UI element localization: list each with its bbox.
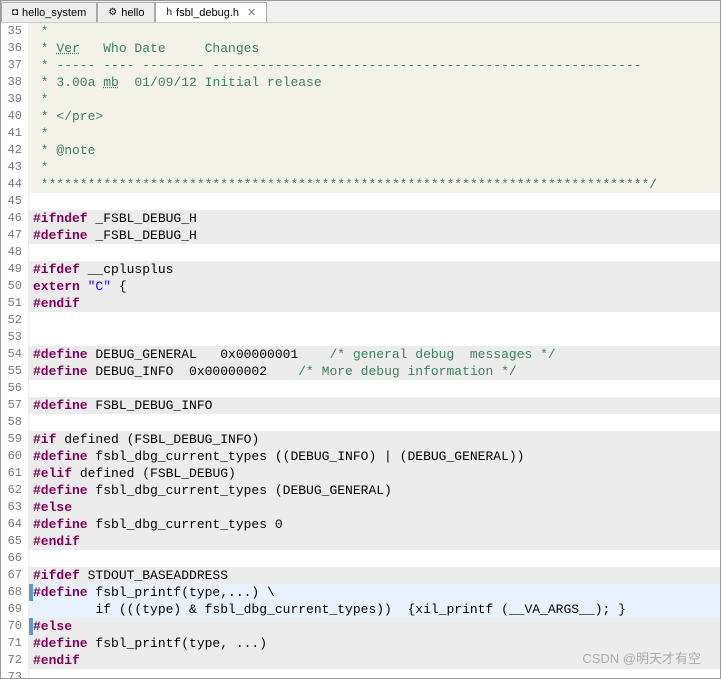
code-line[interactable]: #ifdef __cplusplus bbox=[29, 261, 720, 278]
code-line[interactable]: #define fsbl_dbg_current_types 0 bbox=[29, 516, 720, 533]
header-file-icon: h bbox=[166, 7, 172, 18]
code-line[interactable]: #define FSBL_DEBUG_INFO bbox=[29, 397, 720, 414]
tab-fsbl-debug[interactable]: h fsbl_debug.h ✕ bbox=[155, 2, 267, 22]
line-number: 50 bbox=[7, 278, 22, 295]
line-number: 49 bbox=[7, 261, 22, 278]
line-number: 43 bbox=[7, 159, 22, 176]
watermark: CSDN @明天才有空 bbox=[582, 648, 701, 667]
line-number: 46 bbox=[7, 210, 22, 227]
line-number: 69 bbox=[7, 601, 22, 618]
code-line[interactable] bbox=[29, 550, 720, 567]
line-number: 71 bbox=[7, 635, 22, 652]
code-line[interactable]: extern "C" { bbox=[29, 278, 720, 295]
line-number: 59 bbox=[7, 431, 22, 448]
code-line[interactable] bbox=[29, 329, 720, 346]
code-line[interactable]: * 3.00a mb 01/09/12 Initial release bbox=[29, 74, 720, 91]
line-number: 41 bbox=[7, 125, 22, 142]
line-number: 73 bbox=[7, 669, 22, 678]
code-area[interactable]: * * Ver Who Date Changes * ----- ---- --… bbox=[29, 23, 720, 678]
line-number: 54 bbox=[7, 346, 22, 363]
code-line[interactable] bbox=[29, 244, 720, 261]
line-number: 45 bbox=[7, 193, 22, 210]
line-number: 64 bbox=[7, 516, 22, 533]
line-number: 51 bbox=[7, 295, 22, 312]
code-line[interactable]: #define fsbl_printf(type,...) \ bbox=[29, 584, 720, 601]
code-line[interactable]: #define fsbl_dbg_current_types (DEBUG_GE… bbox=[29, 482, 720, 499]
code-line[interactable]: #ifndef _FSBL_DEBUG_H bbox=[29, 210, 720, 227]
line-number: 55 bbox=[7, 363, 22, 380]
line-number: 57 bbox=[7, 397, 22, 414]
code-line[interactable]: if (((type) & fsbl_dbg_current_types)) {… bbox=[29, 601, 720, 618]
code-line[interactable]: #endif bbox=[29, 533, 720, 550]
line-number: 52 bbox=[7, 312, 22, 329]
tab-label: hello_system bbox=[22, 7, 86, 19]
line-number: 56 bbox=[7, 380, 22, 397]
code-line[interactable]: #define _FSBL_DEBUG_H bbox=[29, 227, 720, 244]
code-line[interactable]: #elif defined (FSBL_DEBUG) bbox=[29, 465, 720, 482]
code-editor[interactable]: 3536373839404142434445464748495051525354… bbox=[1, 23, 720, 678]
code-line[interactable]: * </pre> bbox=[29, 108, 720, 125]
line-number: 61 bbox=[7, 465, 22, 482]
line-number: 40 bbox=[7, 108, 22, 125]
code-line[interactable]: * bbox=[29, 23, 720, 40]
editor-tabs: ◘ hello_system ⚙ hello h fsbl_debug.h ✕ bbox=[1, 1, 720, 23]
line-number: 60 bbox=[7, 448, 22, 465]
line-number: 39 bbox=[7, 91, 22, 108]
tab-hello-system[interactable]: ◘ hello_system bbox=[1, 2, 97, 22]
line-number: 47 bbox=[7, 227, 22, 244]
code-line[interactable] bbox=[29, 312, 720, 329]
code-line[interactable]: * bbox=[29, 125, 720, 142]
line-number: 38 bbox=[7, 74, 22, 91]
line-number: 70 bbox=[7, 618, 22, 635]
code-line[interactable]: #define fsbl_dbg_current_types ((DEBUG_I… bbox=[29, 448, 720, 465]
change-marker bbox=[29, 584, 33, 601]
line-number: 48 bbox=[7, 244, 22, 261]
code-line[interactable]: #else bbox=[29, 618, 720, 635]
code-line[interactable] bbox=[29, 414, 720, 431]
code-line[interactable]: * @note bbox=[29, 142, 720, 159]
line-number: 66 bbox=[7, 550, 22, 567]
tab-label: fsbl_debug.h bbox=[176, 7, 239, 19]
line-number: 44 bbox=[7, 176, 22, 193]
change-marker bbox=[29, 618, 33, 635]
line-number: 62 bbox=[7, 482, 22, 499]
tab-label: hello bbox=[121, 7, 144, 19]
code-line[interactable]: #ifdef STDOUT_BASEADDRESS bbox=[29, 567, 720, 584]
code-line[interactable]: * bbox=[29, 159, 720, 176]
close-icon[interactable]: ✕ bbox=[247, 6, 256, 19]
code-line[interactable]: #else bbox=[29, 499, 720, 516]
line-number: 68 bbox=[7, 584, 22, 601]
line-number: 53 bbox=[7, 329, 22, 346]
line-number: 35 bbox=[7, 23, 22, 40]
code-line[interactable]: ****************************************… bbox=[29, 176, 720, 193]
code-line[interactable] bbox=[29, 669, 720, 678]
code-line[interactable]: * ----- ---- -------- ------------------… bbox=[29, 57, 720, 74]
line-number: 36 bbox=[7, 40, 22, 57]
tab-hello[interactable]: ⚙ hello bbox=[97, 2, 155, 22]
code-line[interactable] bbox=[29, 380, 720, 397]
gear-icon: ⚙ bbox=[108, 7, 117, 18]
line-number: 42 bbox=[7, 142, 22, 159]
code-line[interactable]: * Ver Who Date Changes bbox=[29, 40, 720, 57]
line-number: 65 bbox=[7, 533, 22, 550]
line-number: 67 bbox=[7, 567, 22, 584]
code-line[interactable]: #define DEBUG_GENERAL 0x00000001 /* gene… bbox=[29, 346, 720, 363]
code-line[interactable] bbox=[29, 193, 720, 210]
code-line[interactable]: * bbox=[29, 91, 720, 108]
line-number: 72 bbox=[7, 652, 22, 669]
line-number: 63 bbox=[7, 499, 22, 516]
code-line[interactable]: #endif bbox=[29, 295, 720, 312]
line-number: 37 bbox=[7, 57, 22, 74]
code-line[interactable]: #define DEBUG_INFO 0x00000002 /* More de… bbox=[29, 363, 720, 380]
line-number-gutter: 3536373839404142434445464748495051525354… bbox=[1, 23, 29, 678]
code-line[interactable]: #if defined (FSBL_DEBUG_INFO) bbox=[29, 431, 720, 448]
line-number: 58 bbox=[7, 414, 22, 431]
project-icon: ◘ bbox=[12, 7, 18, 18]
